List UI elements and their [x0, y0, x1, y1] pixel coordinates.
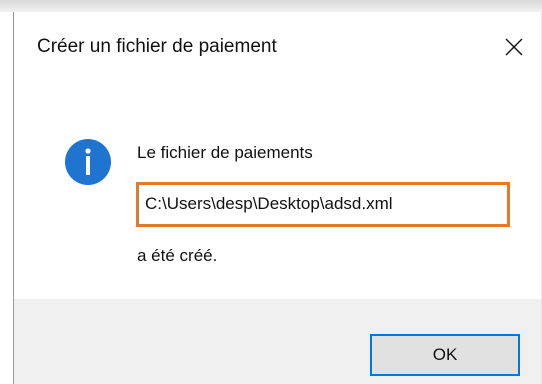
- dialog-titlebar[interactable]: Créer un fichier de paiement: [14, 12, 542, 82]
- file-path-text: C:\Users\desp\Desktop\adsd.xml: [145, 194, 393, 213]
- dialog-title: Créer un fichier de paiement: [37, 36, 277, 57]
- window-shadow: [0, 0, 542, 12]
- payment-file-dialog: Créer un fichier de paiement Le fichier …: [13, 12, 542, 384]
- dialog-footer: OK: [14, 299, 542, 384]
- close-icon: [505, 38, 523, 56]
- ok-button[interactable]: OK: [370, 334, 520, 376]
- message-text: Le fichier de paiements: [137, 143, 313, 162]
- message-created-text: a été créé.: [137, 246, 218, 265]
- info-icon: [65, 139, 111, 185]
- file-path-highlight: C:\Users\desp\Desktop\adsd.xml: [136, 182, 510, 227]
- close-button[interactable]: [492, 26, 536, 68]
